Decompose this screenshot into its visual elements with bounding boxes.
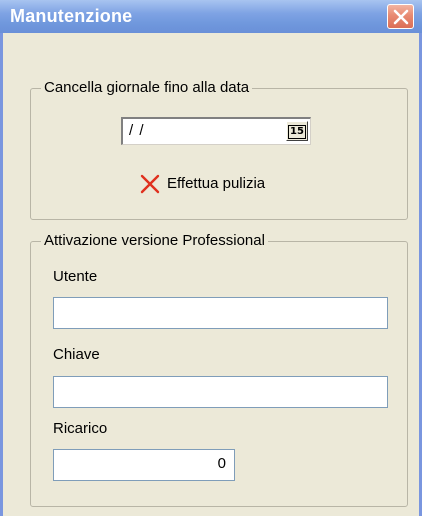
title-bar[interactable]: Manutenzione xyxy=(0,0,422,33)
calendar-icon: 15 xyxy=(288,125,306,139)
maintenance-dialog: Manutenzione Cancella giornale fino alla… xyxy=(0,0,422,516)
key-input[interactable] xyxy=(53,376,388,408)
user-input[interactable] xyxy=(53,297,388,329)
reload-input[interactable]: 0 xyxy=(53,449,235,481)
red-x-icon xyxy=(140,174,160,194)
close-button[interactable] xyxy=(387,4,414,29)
date-picker[interactable]: / / 15 xyxy=(121,117,311,145)
key-label: Chiave xyxy=(53,346,100,363)
clean-button-label: Effettua pulizia xyxy=(167,175,266,192)
window-title: Manutenzione xyxy=(10,6,133,26)
calendar-button[interactable]: 15 xyxy=(286,121,308,141)
reload-input-value: 0 xyxy=(217,455,226,472)
cleanup-group: Cancella giornale fino alla data xyxy=(30,79,408,220)
reload-label: Ricarico xyxy=(53,420,108,437)
user-label: Utente xyxy=(53,268,98,285)
date-value: / / xyxy=(129,122,145,139)
activation-group-legend: Attivazione versione Professional xyxy=(41,232,268,250)
close-icon xyxy=(393,9,409,25)
cleanup-group-legend: Cancella giornale fino alla data xyxy=(41,79,253,97)
